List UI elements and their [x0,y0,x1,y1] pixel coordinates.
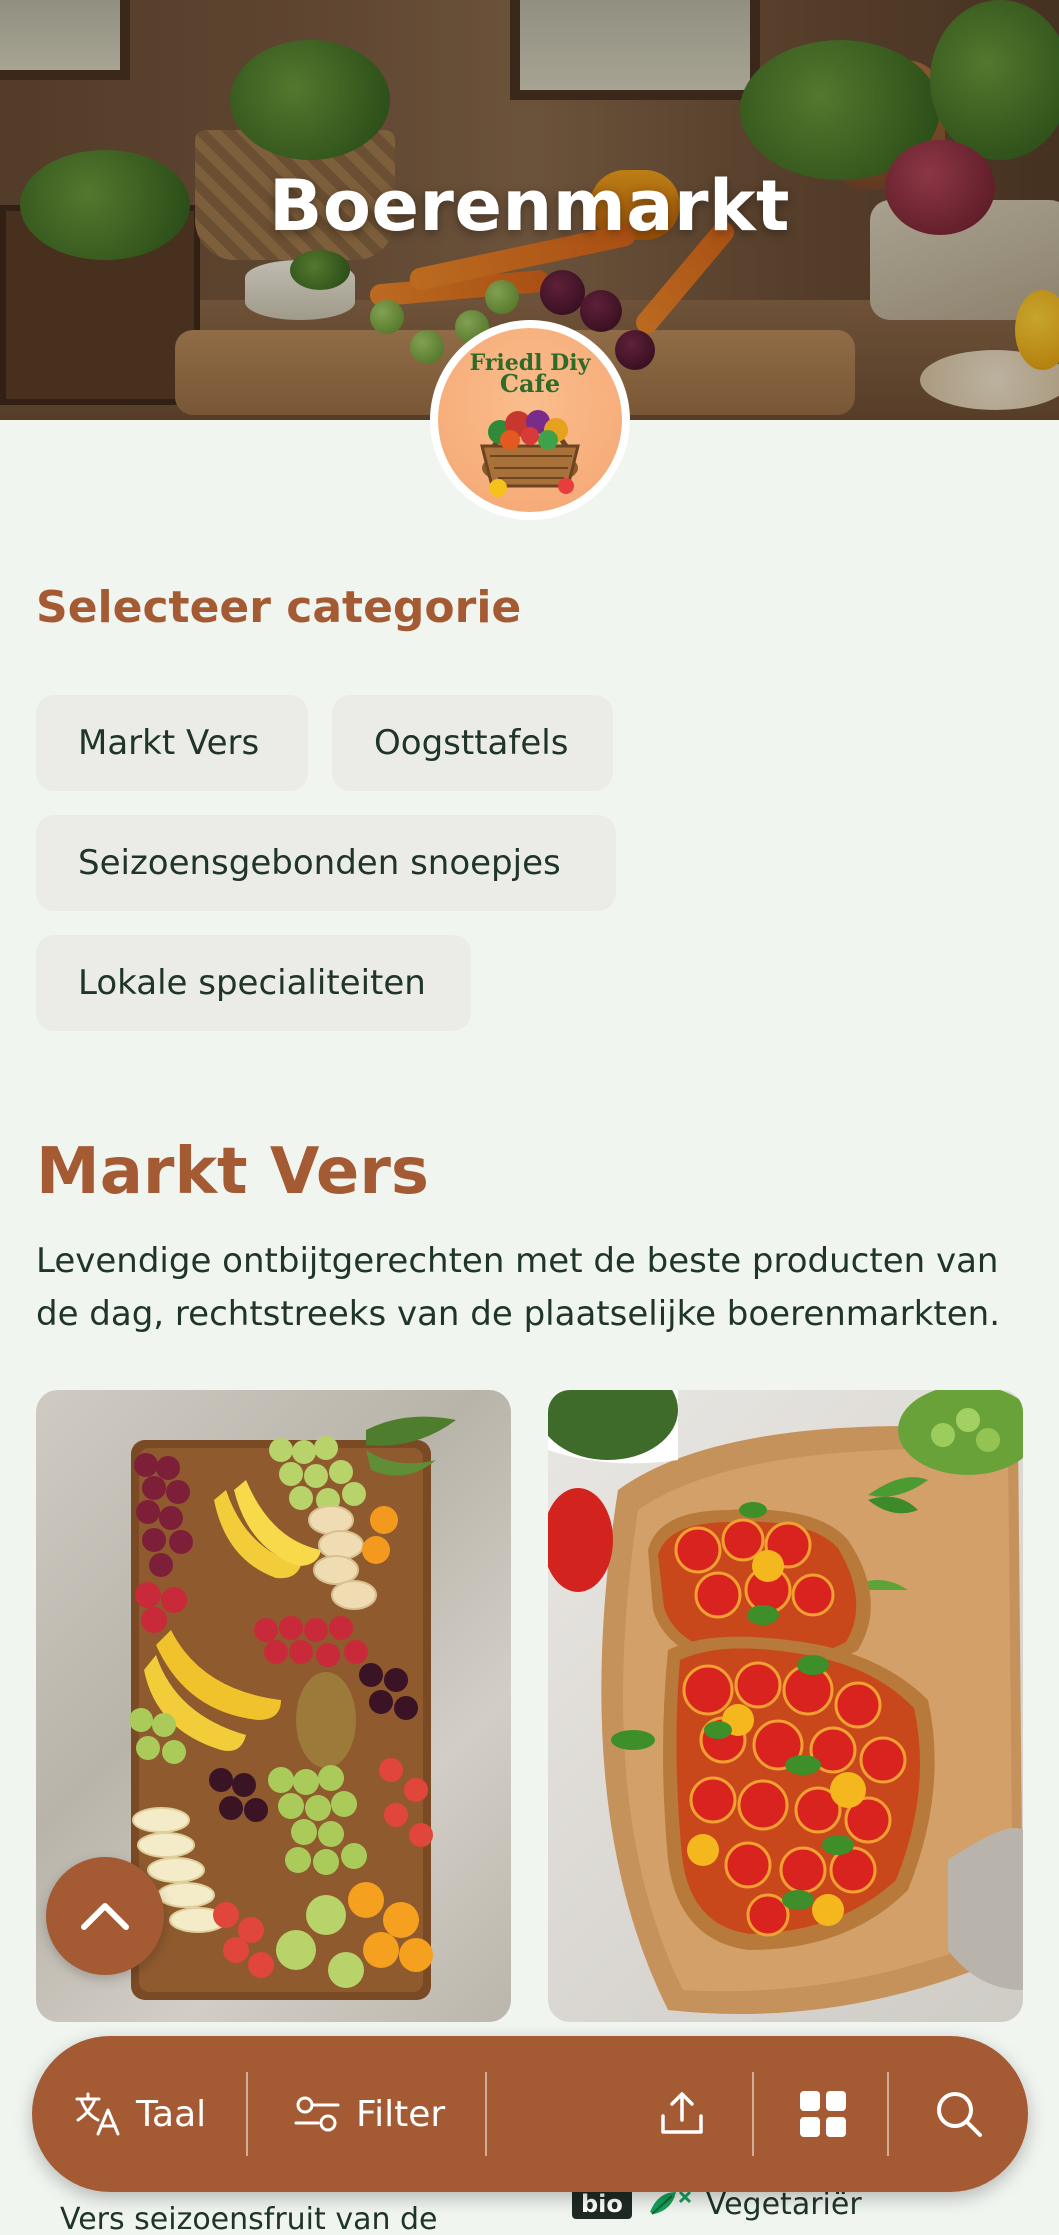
divider [887,2072,889,2156]
logo-text-line2: Cafe [500,369,560,398]
filter-label: Filter [356,2093,446,2135]
category-chip-lokale-specialiteiten[interactable]: Lokale specialiteiten [36,935,471,1031]
category-chip-seizoensgebonden-snoepjes[interactable]: Seizoensgebonden snoepjes [36,815,616,911]
share-icon [661,2092,703,2134]
chevron-up-icon [81,1903,129,1930]
search-icon [937,2092,982,2137]
cafe-logo[interactable]: Friedl Diy Cafe [430,320,630,520]
filter-icon [294,2096,340,2132]
translate-icon [75,2092,120,2136]
search-button[interactable] [934,2036,984,2192]
logo-badge: Friedl Diy Cafe [438,328,622,512]
language-label: Taal [136,2093,207,2135]
category-chip-oogsttafels[interactable]: Oogsttafels [332,695,613,791]
tomato-toast-illustration [548,1390,1023,2014]
section-title: Markt Vers [36,1135,429,1209]
category-heading: Selecteer categorie [36,582,522,633]
grid-view-button[interactable] [798,2036,848,2192]
divider [485,2072,487,2156]
divider [246,2072,248,2156]
tomato-toast-image[interactable] [548,1390,1023,2022]
section-description: Levendige ontbijtgerechten met de beste … [36,1241,1001,1334]
card-caption: Vers seizoensfruit van de [60,2202,438,2235]
category-chip-markt-vers[interactable]: Markt Vers [36,695,308,791]
language-button[interactable]: Taal [74,2036,206,2192]
bio-badge: bio [572,2189,632,2219]
bottom-toolbar: Taal Filter [32,2036,1028,2192]
scroll-to-top-button[interactable] [46,1857,164,1975]
filter-button[interactable]: Filter [294,2036,445,2192]
share-button[interactable] [658,2036,706,2192]
logo-illustration: Friedl Diy Cafe [470,350,592,497]
grid-icon [800,2091,846,2137]
divider [752,2072,754,2156]
hero-title: Boerenmarkt [269,165,790,247]
